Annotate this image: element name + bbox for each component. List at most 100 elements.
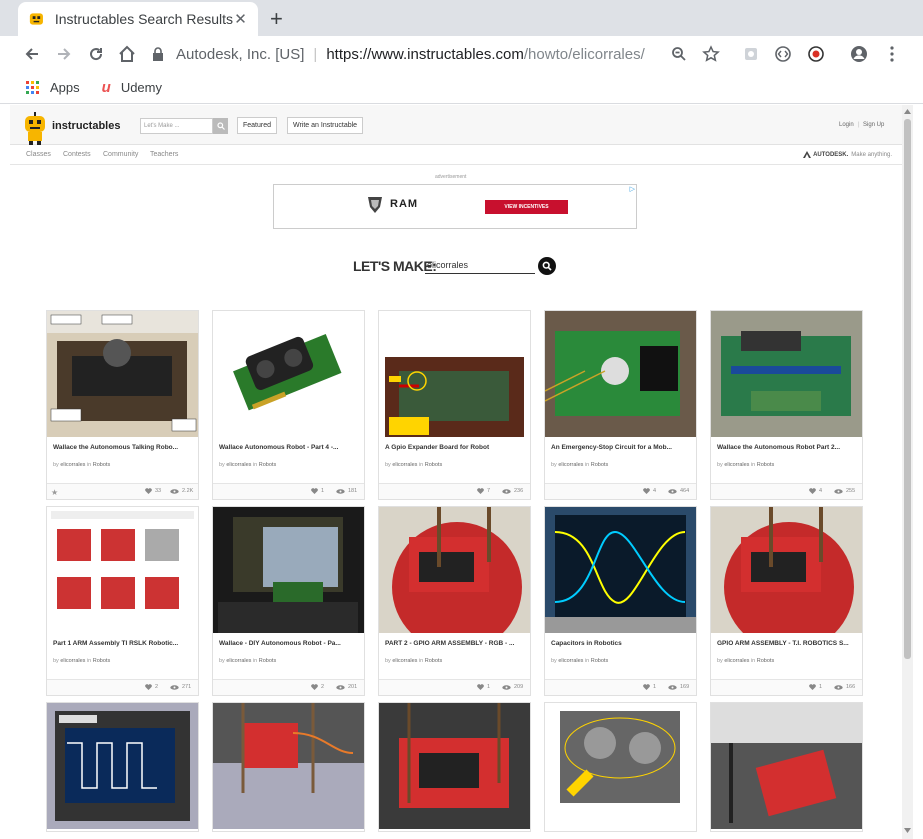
project-card[interactable]: Wallace the Autonomous Talking Robo... by… <box>46 310 199 500</box>
project-card[interactable]: Capacitors in Robotics by elicorrales in … <box>544 506 697 696</box>
category-link[interactable]: Robots <box>757 462 774 468</box>
subnav-teachers[interactable]: Teachers <box>150 151 178 158</box>
project-card[interactable] <box>212 702 365 832</box>
extension-icon[interactable] <box>741 44 761 64</box>
project-title[interactable]: Wallace the Autonomous Robot Part 2... <box>717 444 857 452</box>
project-title[interactable]: Capacitors in Robotics <box>551 640 691 648</box>
scroll-up-icon[interactable] <box>904 108 911 115</box>
project-card[interactable]: Part 1 ARM Assembly TI RSLK Robotic... by… <box>46 506 199 696</box>
project-thumbnail[interactable] <box>545 311 696 437</box>
category-link[interactable]: Robots <box>425 462 442 468</box>
zoom-icon[interactable] <box>669 44 689 64</box>
author-link[interactable]: elicorrales <box>226 658 251 664</box>
project-card[interactable]: GPIO ARM ASSEMBLY - T.I. ROBOTICS S... by… <box>710 506 863 696</box>
advertisement-banner[interactable]: RAM VIEW INCENTIVES ▷ <box>273 184 637 229</box>
featured-button[interactable]: Featured <box>237 117 278 134</box>
new-tab-icon[interactable]: + <box>270 6 283 32</box>
bookmark-star-icon[interactable] <box>701 44 721 64</box>
project-thumbnail[interactable] <box>213 507 364 633</box>
project-card[interactable]: Wallace the Autonomous Robot Part 2... by… <box>710 310 863 500</box>
category-link[interactable]: Robots <box>259 658 276 664</box>
category-link[interactable]: Robots <box>93 462 110 468</box>
project-thumbnail[interactable] <box>711 703 862 829</box>
project-title[interactable]: GPIO ARM ASSEMBLY - T.I. ROBOTICS S... <box>717 640 857 648</box>
project-thumbnail[interactable] <box>47 703 198 829</box>
project-card[interactable] <box>378 702 531 832</box>
author-link[interactable]: elicorrales <box>392 658 417 664</box>
lets-make-input[interactable]: elicorrales <box>425 260 535 274</box>
extension-record-icon[interactable] <box>806 44 826 64</box>
category-link[interactable]: Robots <box>591 462 608 468</box>
menu-kebab-icon[interactable] <box>882 44 902 64</box>
bookmark-apps[interactable]: Apps <box>26 80 80 95</box>
signup-link[interactable]: Sign Up <box>863 122 884 128</box>
login-link[interactable]: Login <box>839 122 854 128</box>
tab-close-icon[interactable]: ✕ <box>233 10 248 28</box>
project-title[interactable]: Wallace the Autonomous Talking Robo... <box>53 444 193 452</box>
forward-icon[interactable] <box>53 43 75 65</box>
category-link[interactable]: Robots <box>591 658 608 664</box>
project-thumbnail[interactable] <box>545 507 696 633</box>
project-title[interactable]: Wallace Autonomous Robot - Part 4 -... <box>219 444 359 452</box>
author-link[interactable]: elicorrales <box>60 658 85 664</box>
author-link[interactable]: elicorrales <box>60 462 85 468</box>
project-thumbnail[interactable] <box>711 311 862 437</box>
site-search-button[interactable] <box>213 118 228 134</box>
back-icon[interactable] <box>21 43 43 65</box>
project-card[interactable] <box>710 702 863 832</box>
home-icon[interactable] <box>116 43 138 65</box>
site-search-input[interactable]: Let's Make ... <box>140 118 213 134</box>
project-card[interactable] <box>46 702 199 832</box>
autodesk-brand[interactable]: AUTODESK. Make anything. <box>803 151 892 158</box>
address-bar[interactable]: Autodesk, Inc. [US] | https://www.instru… <box>150 40 706 68</box>
project-thumbnail[interactable] <box>213 703 364 829</box>
project-thumbnail[interactable] <box>213 311 364 437</box>
category-link[interactable]: Robots <box>425 658 442 664</box>
project-title[interactable]: PART 2 - GPIO ARM ASSEMBLY - RGB - ... <box>385 640 525 648</box>
subnav-classes[interactable]: Classes <box>26 151 51 158</box>
project-thumbnail[interactable] <box>47 507 198 633</box>
project-thumbnail[interactable] <box>379 703 530 829</box>
project-title[interactable]: Part 1 ARM Assembly TI RSLK Robotic... <box>53 640 193 648</box>
site-logo-text[interactable]: instructables <box>52 120 120 132</box>
author-link[interactable]: elicorrales <box>724 462 749 468</box>
project-card[interactable]: PART 2 - GPIO ARM ASSEMBLY - RGB - ... by… <box>378 506 531 696</box>
bookmark-udemy[interactable]: u Udemy <box>102 79 162 96</box>
project-card[interactable] <box>544 702 697 832</box>
browser-tab[interactable]: Instructables Search Results ✕ <box>18 2 258 36</box>
project-thumbnail[interactable] <box>379 311 530 437</box>
write-instructable-button[interactable]: Write an Instructable <box>287 117 364 134</box>
author-link[interactable]: elicorrales <box>558 658 583 664</box>
project-thumbnail[interactable] <box>47 311 198 437</box>
project-title[interactable]: Wallace - DIY Autonomous Robot - Pa... <box>219 640 359 648</box>
project-title[interactable]: An Emergency-Stop Circuit for a Mob... <box>551 444 691 452</box>
author-link[interactable]: elicorrales <box>724 658 749 664</box>
scroll-down-icon[interactable] <box>904 827 911 834</box>
lets-make-search-button[interactable] <box>538 257 556 275</box>
project-card[interactable]: A Gpio Expander Board for Robot by elicor… <box>378 310 531 500</box>
page-scrollbar[interactable] <box>902 105 913 839</box>
extension-code-icon[interactable] <box>773 44 793 64</box>
category-link[interactable]: Robots <box>757 658 774 664</box>
instructables-robot-logo-icon[interactable] <box>22 111 48 145</box>
scrollbar-thumb[interactable] <box>904 119 911 659</box>
category-link[interactable]: Robots <box>259 462 276 468</box>
author-link[interactable]: elicorrales <box>392 462 417 468</box>
ad-cta-button[interactable]: VIEW INCENTIVES <box>485 200 568 214</box>
author-link[interactable]: elicorrales <box>226 462 251 468</box>
project-card[interactable]: An Emergency-Stop Circuit for a Mob... by… <box>544 310 697 500</box>
project-thumbnail[interactable] <box>379 507 530 633</box>
reload-icon[interactable] <box>85 43 107 65</box>
project-card[interactable]: Wallace - DIY Autonomous Robot - Pa... by… <box>212 506 365 696</box>
project-card[interactable]: Wallace Autonomous Robot - Part 4 -... by… <box>212 310 365 500</box>
subnav-contests[interactable]: Contests <box>63 151 91 158</box>
author-link[interactable]: elicorrales <box>558 462 583 468</box>
adchoices-icon[interactable]: ▷ <box>630 185 635 193</box>
profile-icon[interactable] <box>849 44 869 64</box>
project-thumbnail[interactable] <box>711 507 862 633</box>
category-link[interactable]: Robots <box>93 658 110 664</box>
project-thumbnail[interactable] <box>545 703 696 829</box>
subnav-community[interactable]: Community <box>103 151 138 158</box>
project-title[interactable]: A Gpio Expander Board for Robot <box>385 444 525 452</box>
star-icon[interactable]: ★ <box>51 488 58 497</box>
